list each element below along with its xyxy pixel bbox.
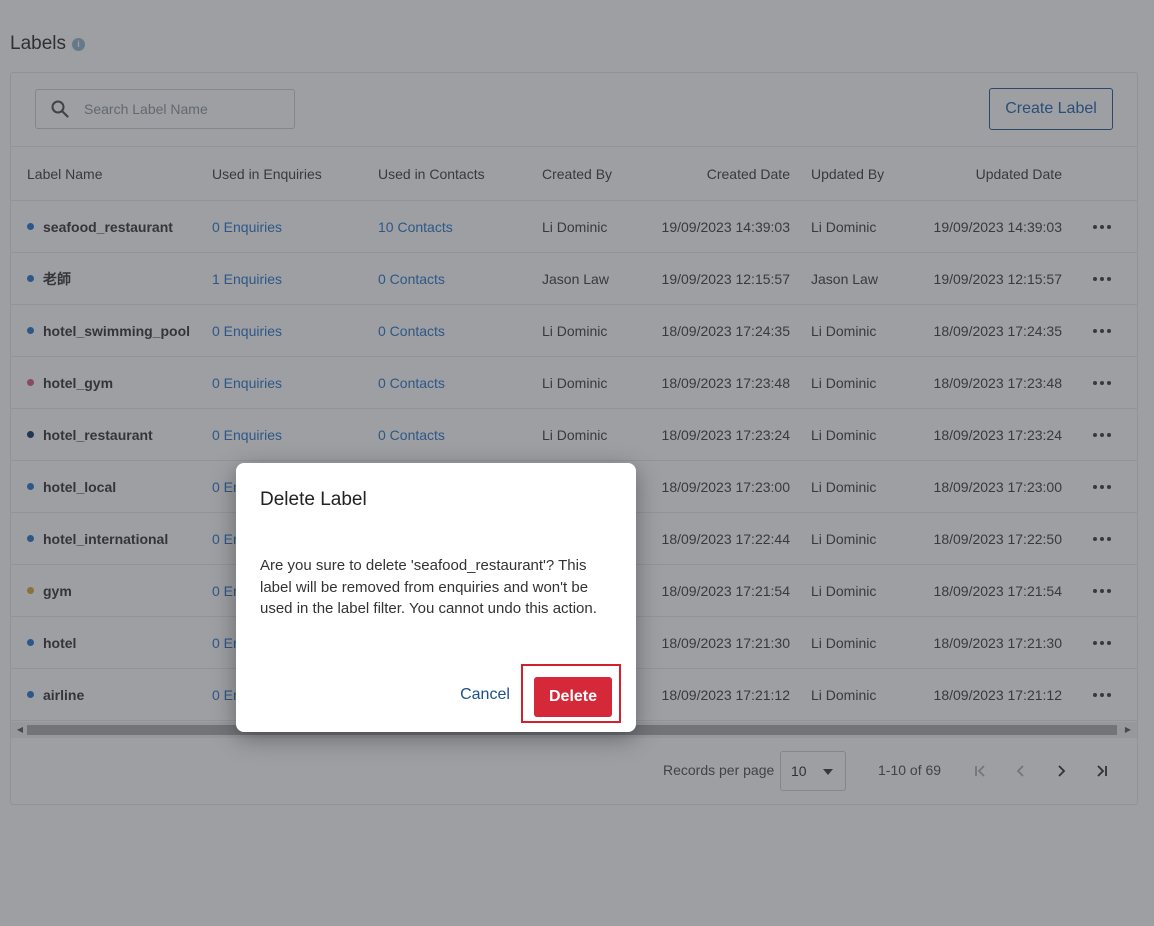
delete-button-highlight: Delete [521,664,621,723]
dialog-message: Are you sure to delete 'seafood_restaura… [260,557,597,617]
dialog-title: Delete Label [260,489,367,510]
delete-button[interactable]: Delete [534,677,612,717]
cancel-button[interactable]: Cancel [450,680,520,710]
delete-label-dialog: Delete Label Are you sure to delete 'sea… [236,463,636,732]
